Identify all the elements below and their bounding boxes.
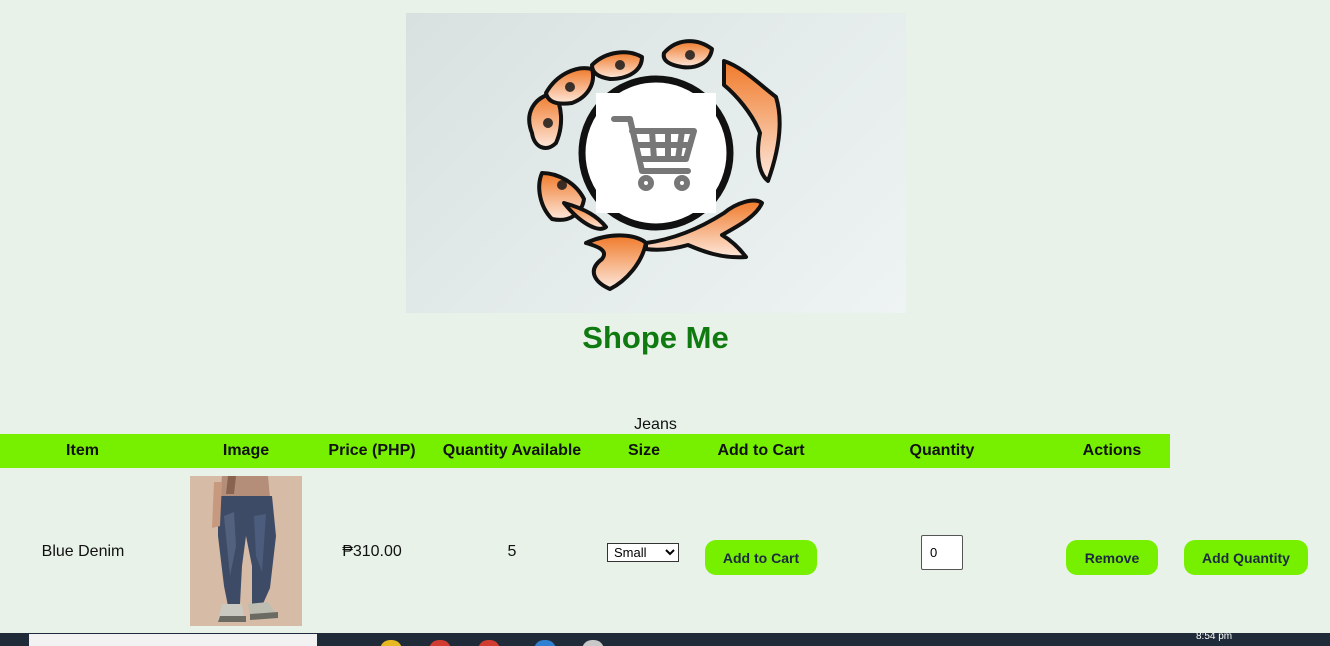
notes-icon[interactable] (582, 640, 604, 646)
category-caption: Jeans (634, 416, 677, 433)
size-select[interactable]: Small (607, 543, 679, 562)
column-header-size: Size (627, 442, 660, 459)
taskbar-clock[interactable]: 8:54 pm (1196, 633, 1232, 642)
table-header-row: Item Image Price (PHP) Quantity Availabl… (0, 434, 1170, 468)
column-header-add-to-cart: Add to Cart (717, 442, 805, 459)
column-header-quantity-available: Quantity Available (442, 442, 582, 459)
file-explorer-icon[interactable] (380, 640, 402, 646)
product-image-blue-denim (190, 476, 302, 626)
item-name: Blue Denim (41, 543, 125, 560)
add-quantity-button[interactable]: Add Quantity (1184, 540, 1308, 575)
jeans-photo-icon (190, 476, 302, 626)
browser-icon[interactable] (429, 640, 451, 646)
column-header-image: Image (222, 442, 270, 459)
app-icon[interactable] (534, 640, 556, 646)
add-to-cart-button[interactable]: Add to Cart (705, 540, 817, 575)
item-price: ₱310.00 (342, 543, 402, 560)
os-taskbar: 8:54 pm (0, 633, 1330, 646)
page: Shope Me Jeans Item Image Price (PHP) Qu… (0, 0, 1330, 646)
shop-logo-graphic (527, 39, 782, 291)
column-header-price: Price (PHP) (328, 442, 416, 459)
item-quantity-available: 5 (507, 543, 517, 560)
shop-banner-logo (406, 13, 906, 313)
browser-active-icon[interactable] (478, 640, 500, 646)
column-header-quantity: Quantity (909, 442, 975, 459)
remove-button[interactable]: Remove (1066, 540, 1158, 575)
shop-title: Shope Me (582, 320, 729, 355)
quantity-input[interactable] (921, 535, 963, 570)
column-header-item: Item (66, 442, 99, 459)
column-header-actions: Actions (1082, 442, 1142, 459)
taskbar-search-box[interactable] (29, 634, 317, 646)
